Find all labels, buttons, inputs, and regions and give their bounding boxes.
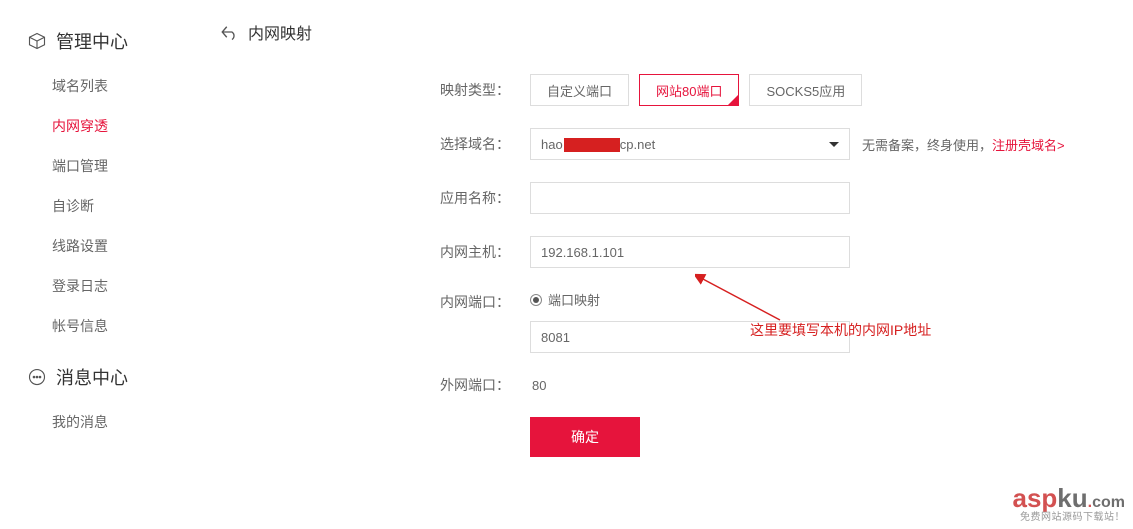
port-mapping-radio[interactable]: 端口映射 bbox=[530, 290, 600, 309]
sidebar-item-label: 内网穿透 bbox=[52, 118, 108, 134]
sidebar-item-label: 域名列表 bbox=[52, 78, 108, 94]
radio-icon bbox=[530, 294, 542, 306]
host-input[interactable] bbox=[530, 236, 850, 268]
row-map-type: 映射类型： 自定义端口 网站80端口 SOCKS5应用 bbox=[220, 74, 1133, 106]
watermark-tagline: 免费网站源码下载站！ bbox=[1012, 513, 1125, 523]
row-domain: 选择域名： hao .eicp.net 无需备案，终身使用，注册壳域名> bbox=[220, 128, 1133, 160]
option-label: 网站80端口 bbox=[656, 81, 722, 100]
chevron-down-icon bbox=[829, 142, 839, 147]
domain-select[interactable]: hao .eicp.net bbox=[530, 128, 850, 160]
sidebar-item-label: 登录日志 bbox=[52, 278, 108, 294]
radio-label: 端口映射 bbox=[548, 290, 600, 309]
sidebar-item-login-log[interactable]: 登录日志 bbox=[0, 266, 200, 306]
sidebar: 管理中心 域名列表 内网穿透 端口管理 自诊断 线路设置 登录日志 帐号信息 消… bbox=[0, 0, 200, 462]
sidebar-section-admin: 管理中心 bbox=[0, 20, 200, 66]
label-extranet-port: 外网端口： bbox=[220, 375, 530, 395]
extranet-port-value: 80 bbox=[530, 378, 546, 393]
option-label: SOCKS5应用 bbox=[766, 81, 845, 100]
sidebar-section-messages: 消息中心 bbox=[0, 356, 200, 402]
domain-hint: 无需备案，终身使用，注册壳域名> bbox=[862, 135, 1065, 154]
brand-suffix: ku bbox=[1057, 483, 1087, 513]
option-web-80-port[interactable]: 网站80端口 bbox=[639, 74, 739, 106]
domain-select-value: hao .eicp.net bbox=[541, 137, 829, 152]
sidebar-item-account-info[interactable]: 帐号信息 bbox=[0, 306, 200, 346]
page-header: 内网映射 bbox=[220, 20, 1133, 74]
chat-icon bbox=[28, 368, 46, 386]
submit-label: 确定 bbox=[571, 427, 599, 447]
sidebar-item-port-management[interactable]: 端口管理 bbox=[0, 146, 200, 186]
page-title: 内网映射 bbox=[248, 20, 312, 44]
label-app-name: 应用名称： bbox=[220, 188, 530, 208]
sidebar-item-domain-list[interactable]: 域名列表 bbox=[0, 66, 200, 106]
main-content: 内网映射 映射类型： 自定义端口 网站80端口 SOCKS5应用 选择域名： h… bbox=[220, 0, 1133, 499]
option-label: 自定义端口 bbox=[547, 81, 612, 100]
submit-button[interactable]: 确定 bbox=[530, 417, 640, 457]
watermark: aspku.com 免费网站源码下载站！ bbox=[1012, 485, 1125, 523]
sidebar-item-label: 端口管理 bbox=[52, 158, 108, 174]
row-app-name: 应用名称： bbox=[220, 182, 1133, 214]
sidebar-item-line-settings[interactable]: 线路设置 bbox=[0, 226, 200, 266]
redacted-box bbox=[564, 138, 620, 152]
domain-hint-text: 无需备案，终身使用， bbox=[862, 138, 992, 153]
option-custom-port[interactable]: 自定义端口 bbox=[530, 74, 629, 106]
row-submit: 确定 bbox=[220, 417, 1133, 457]
sidebar-section-title: 消息中心 bbox=[56, 364, 128, 390]
sidebar-section-title: 管理中心 bbox=[56, 28, 128, 54]
sidebar-item-label: 我的消息 bbox=[52, 414, 108, 430]
brand-prefix: asp bbox=[1012, 483, 1057, 513]
back-icon[interactable] bbox=[220, 23, 238, 41]
sidebar-item-label: 线路设置 bbox=[52, 238, 108, 254]
register-domain-link[interactable]: 注册壳域名> bbox=[992, 138, 1065, 153]
label-host: 内网主机： bbox=[220, 242, 530, 262]
row-extranet-port: 外网端口： 80 bbox=[220, 375, 1133, 395]
cube-icon bbox=[28, 32, 46, 50]
row-host: 内网主机： bbox=[220, 236, 1133, 268]
map-type-options: 自定义端口 网站80端口 SOCKS5应用 bbox=[530, 74, 872, 106]
sidebar-item-label: 自诊断 bbox=[52, 198, 94, 214]
option-socks5[interactable]: SOCKS5应用 bbox=[749, 74, 862, 106]
sidebar-item-self-diagnosis[interactable]: 自诊断 bbox=[0, 186, 200, 226]
sidebar-item-intranet-penetration[interactable]: 内网穿透 bbox=[0, 106, 200, 146]
sidebar-item-label: 帐号信息 bbox=[52, 318, 108, 334]
label-domain: 选择域名： bbox=[220, 134, 530, 154]
label-map-type: 映射类型： bbox=[220, 80, 530, 100]
watermark-brand: aspku.com bbox=[1012, 485, 1125, 511]
label-intranet-port: 内网端口： bbox=[220, 290, 530, 312]
brand-tld: com bbox=[1092, 494, 1125, 511]
intranet-port-input[interactable] bbox=[530, 321, 850, 353]
app-name-input[interactable] bbox=[530, 182, 850, 214]
sidebar-item-my-messages[interactable]: 我的消息 bbox=[0, 402, 200, 442]
row-intranet-port: 内网端口： 端口映射 bbox=[220, 290, 1133, 353]
